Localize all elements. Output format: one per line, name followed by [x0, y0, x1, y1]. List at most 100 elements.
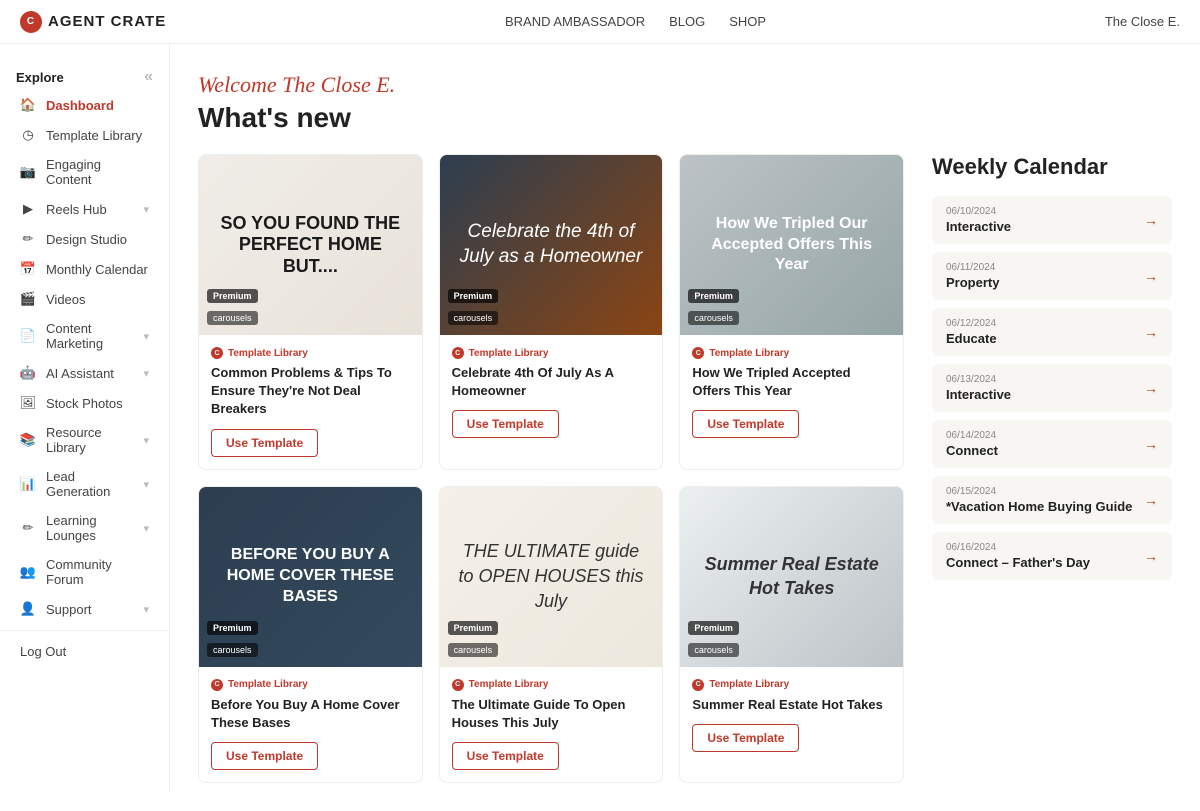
- sidebar-item-template-library[interactable]: ◷ Template Library: [4, 120, 165, 150]
- sidebar-item-label: Design Studio: [46, 232, 149, 247]
- card-image-text: Summer Real Estate Hot Takes: [680, 537, 903, 616]
- sidebar-item-monthly-calendar[interactable]: 📅 Monthly Calendar: [4, 254, 165, 284]
- template-card: How We Tripled Our Accepted Offers This …: [679, 154, 904, 470]
- calendar-label: Educate: [946, 331, 997, 346]
- calendar-date: 06/10/2024: [946, 206, 1011, 217]
- pencil-icon: ✏: [20, 231, 36, 247]
- card-title: The Ultimate Guide To Open Houses This J…: [452, 696, 651, 732]
- card-body: C Template Library Common Problems & Tip…: [199, 335, 422, 469]
- type-badge: carousels: [688, 643, 739, 657]
- weekly-calendar-section: Weekly Calendar 06/10/2024 Interactive →…: [932, 154, 1172, 783]
- document-icon: 📄: [20, 328, 36, 344]
- card-body: C Template Library Summer Real Estate Ho…: [680, 667, 903, 764]
- chevron-down-icon: ▾: [143, 603, 149, 616]
- card-source: C Template Library: [452, 679, 651, 691]
- source-icon: C: [692, 347, 704, 359]
- sidebar-item-label: Monthly Calendar: [46, 262, 149, 277]
- card-image-text: THE ULTIMATE guide to OPEN HOUSES this J…: [440, 523, 663, 631]
- nav-user[interactable]: The Close E.: [1105, 14, 1180, 29]
- sidebar-item-label: Log Out: [20, 644, 149, 659]
- sidebar-item-label: Lead Generation: [46, 469, 133, 499]
- sidebar-item-label: Videos: [46, 292, 149, 307]
- type-badge: carousels: [207, 311, 258, 325]
- sidebar-item-community-forum[interactable]: 👥 Community Forum: [4, 550, 165, 594]
- calendar-item[interactable]: 06/16/2024 Connect – Father's Day →: [932, 532, 1172, 580]
- sidebar-item-log-out[interactable]: Log Out: [4, 637, 165, 666]
- chevron-down-icon: ▾: [143, 367, 149, 380]
- nav-brand-ambassador[interactable]: BRAND AMBASSADOR: [505, 14, 645, 29]
- nav-shop[interactable]: SHOP: [729, 14, 766, 29]
- sidebar-collapse-button[interactable]: «: [144, 68, 153, 86]
- nav-links: BRAND AMBASSADOR BLOG SHOP: [505, 14, 766, 29]
- source-icon: C: [692, 679, 704, 691]
- calendar-item[interactable]: 06/11/2024 Property →: [932, 252, 1172, 300]
- sidebar-item-resource-library[interactable]: 📚 Resource Library ▾: [4, 418, 165, 462]
- calendar-icon: 📅: [20, 261, 36, 277]
- calendar-date: 06/13/2024: [946, 374, 1011, 385]
- card-title: Celebrate 4th Of July As A Homeowner: [452, 364, 651, 400]
- premium-badge: Premium: [688, 289, 739, 303]
- chevron-down-icon: ▾: [143, 522, 149, 535]
- use-template-button[interactable]: Use Template: [211, 742, 318, 770]
- use-template-button[interactable]: Use Template: [692, 724, 799, 752]
- type-badge: carousels: [448, 643, 499, 657]
- card-image-5: THE ULTIMATE guide to OPEN HOUSES this J…: [440, 487, 663, 667]
- card-source: C Template Library: [211, 679, 410, 691]
- sidebar-item-label: Resource Library: [46, 425, 133, 455]
- sidebar-item-content-marketing[interactable]: 📄 Content Marketing ▾: [4, 314, 165, 358]
- sidebar-item-design-studio[interactable]: ✏ Design Studio: [4, 224, 165, 254]
- chevron-down-icon: ▾: [143, 330, 149, 343]
- welcome-text: Welcome The Close E.: [198, 72, 1172, 98]
- card-body: C Template Library Before You Buy A Home…: [199, 667, 422, 782]
- calendar-date: 06/12/2024: [946, 318, 997, 329]
- use-template-button[interactable]: Use Template: [692, 410, 799, 438]
- calendar-item[interactable]: 06/15/2024 *Vacation Home Buying Guide →: [932, 476, 1172, 524]
- card-source: C Template Library: [452, 347, 651, 359]
- calendar-item[interactable]: 06/14/2024 Connect →: [932, 420, 1172, 468]
- calendar-item[interactable]: 06/13/2024 Interactive →: [932, 364, 1172, 412]
- arrow-right-icon: →: [1144, 492, 1158, 508]
- card-body: C Template Library How We Tripled Accept…: [680, 335, 903, 450]
- sidebar-item-label: Support: [46, 602, 133, 617]
- card-title: Before You Buy A Home Cover These Bases: [211, 696, 410, 732]
- template-icon: ◷: [20, 127, 36, 143]
- sidebar-item-videos[interactable]: 🎬 Videos: [4, 284, 165, 314]
- content-calendar-row: SO YOU FOUND THE PERFECT HOME BUT.... Pr…: [198, 154, 1172, 783]
- card-title: Common Problems & Tips To Ensure They're…: [211, 364, 410, 419]
- sidebar-item-label: Template Library: [46, 128, 149, 143]
- play-icon: ▶: [20, 201, 36, 217]
- premium-badge: Premium: [448, 289, 499, 303]
- type-badge: carousels: [207, 643, 258, 657]
- premium-badge: Premium: [688, 621, 739, 635]
- calendar-date: 06/14/2024: [946, 430, 998, 441]
- nav-blog[interactable]: BLOG: [669, 14, 705, 29]
- cards-section: SO YOU FOUND THE PERFECT HOME BUT.... Pr…: [198, 154, 904, 783]
- chart-icon: 📊: [20, 476, 36, 492]
- calendar-label: *Vacation Home Buying Guide: [946, 499, 1132, 514]
- camera-icon: 📷: [20, 164, 36, 180]
- card-source: C Template Library: [211, 347, 410, 359]
- card-source: C Template Library: [692, 347, 891, 359]
- sidebar-item-reels-hub[interactable]: ▶ Reels Hub ▾: [4, 194, 165, 224]
- use-template-button[interactable]: Use Template: [452, 410, 559, 438]
- sidebar-item-engaging-content[interactable]: 📷 Engaging Content: [4, 150, 165, 194]
- sidebar-item-label: Community Forum: [46, 557, 149, 587]
- calendar-item[interactable]: 06/12/2024 Educate →: [932, 308, 1172, 356]
- calendar-item[interactable]: 06/10/2024 Interactive →: [932, 196, 1172, 244]
- premium-badge: Premium: [448, 621, 499, 635]
- cards-grid: SO YOU FOUND THE PERFECT HOME BUT.... Pr…: [198, 154, 904, 783]
- type-badge: carousels: [448, 311, 499, 325]
- top-nav: C AGENT CRATE BRAND AMBASSADOR BLOG SHOP…: [0, 0, 1200, 44]
- sidebar-item-dashboard[interactable]: 🏠 Dashboard: [4, 90, 165, 120]
- main-content: Welcome The Close E. What's new SO YOU F…: [170, 44, 1200, 811]
- users-icon: 👥: [20, 564, 36, 580]
- logo-icon: C: [20, 11, 42, 33]
- sidebar-item-learning-lounges[interactable]: ✏ Learning Lounges ▾: [4, 506, 165, 550]
- sidebar-item-stock-photos[interactable]: 🖼 Stock Photos: [4, 388, 165, 418]
- sidebar-item-lead-generation[interactable]: 📊 Lead Generation ▾: [4, 462, 165, 506]
- sidebar-item-support[interactable]: 👤 Support ▾: [4, 594, 165, 624]
- use-template-button[interactable]: Use Template: [452, 742, 559, 770]
- brand-logo[interactable]: C AGENT CRATE: [20, 11, 166, 33]
- sidebar-item-ai-assistant[interactable]: 🤖 AI Assistant ▾: [4, 358, 165, 388]
- use-template-button[interactable]: Use Template: [211, 429, 318, 457]
